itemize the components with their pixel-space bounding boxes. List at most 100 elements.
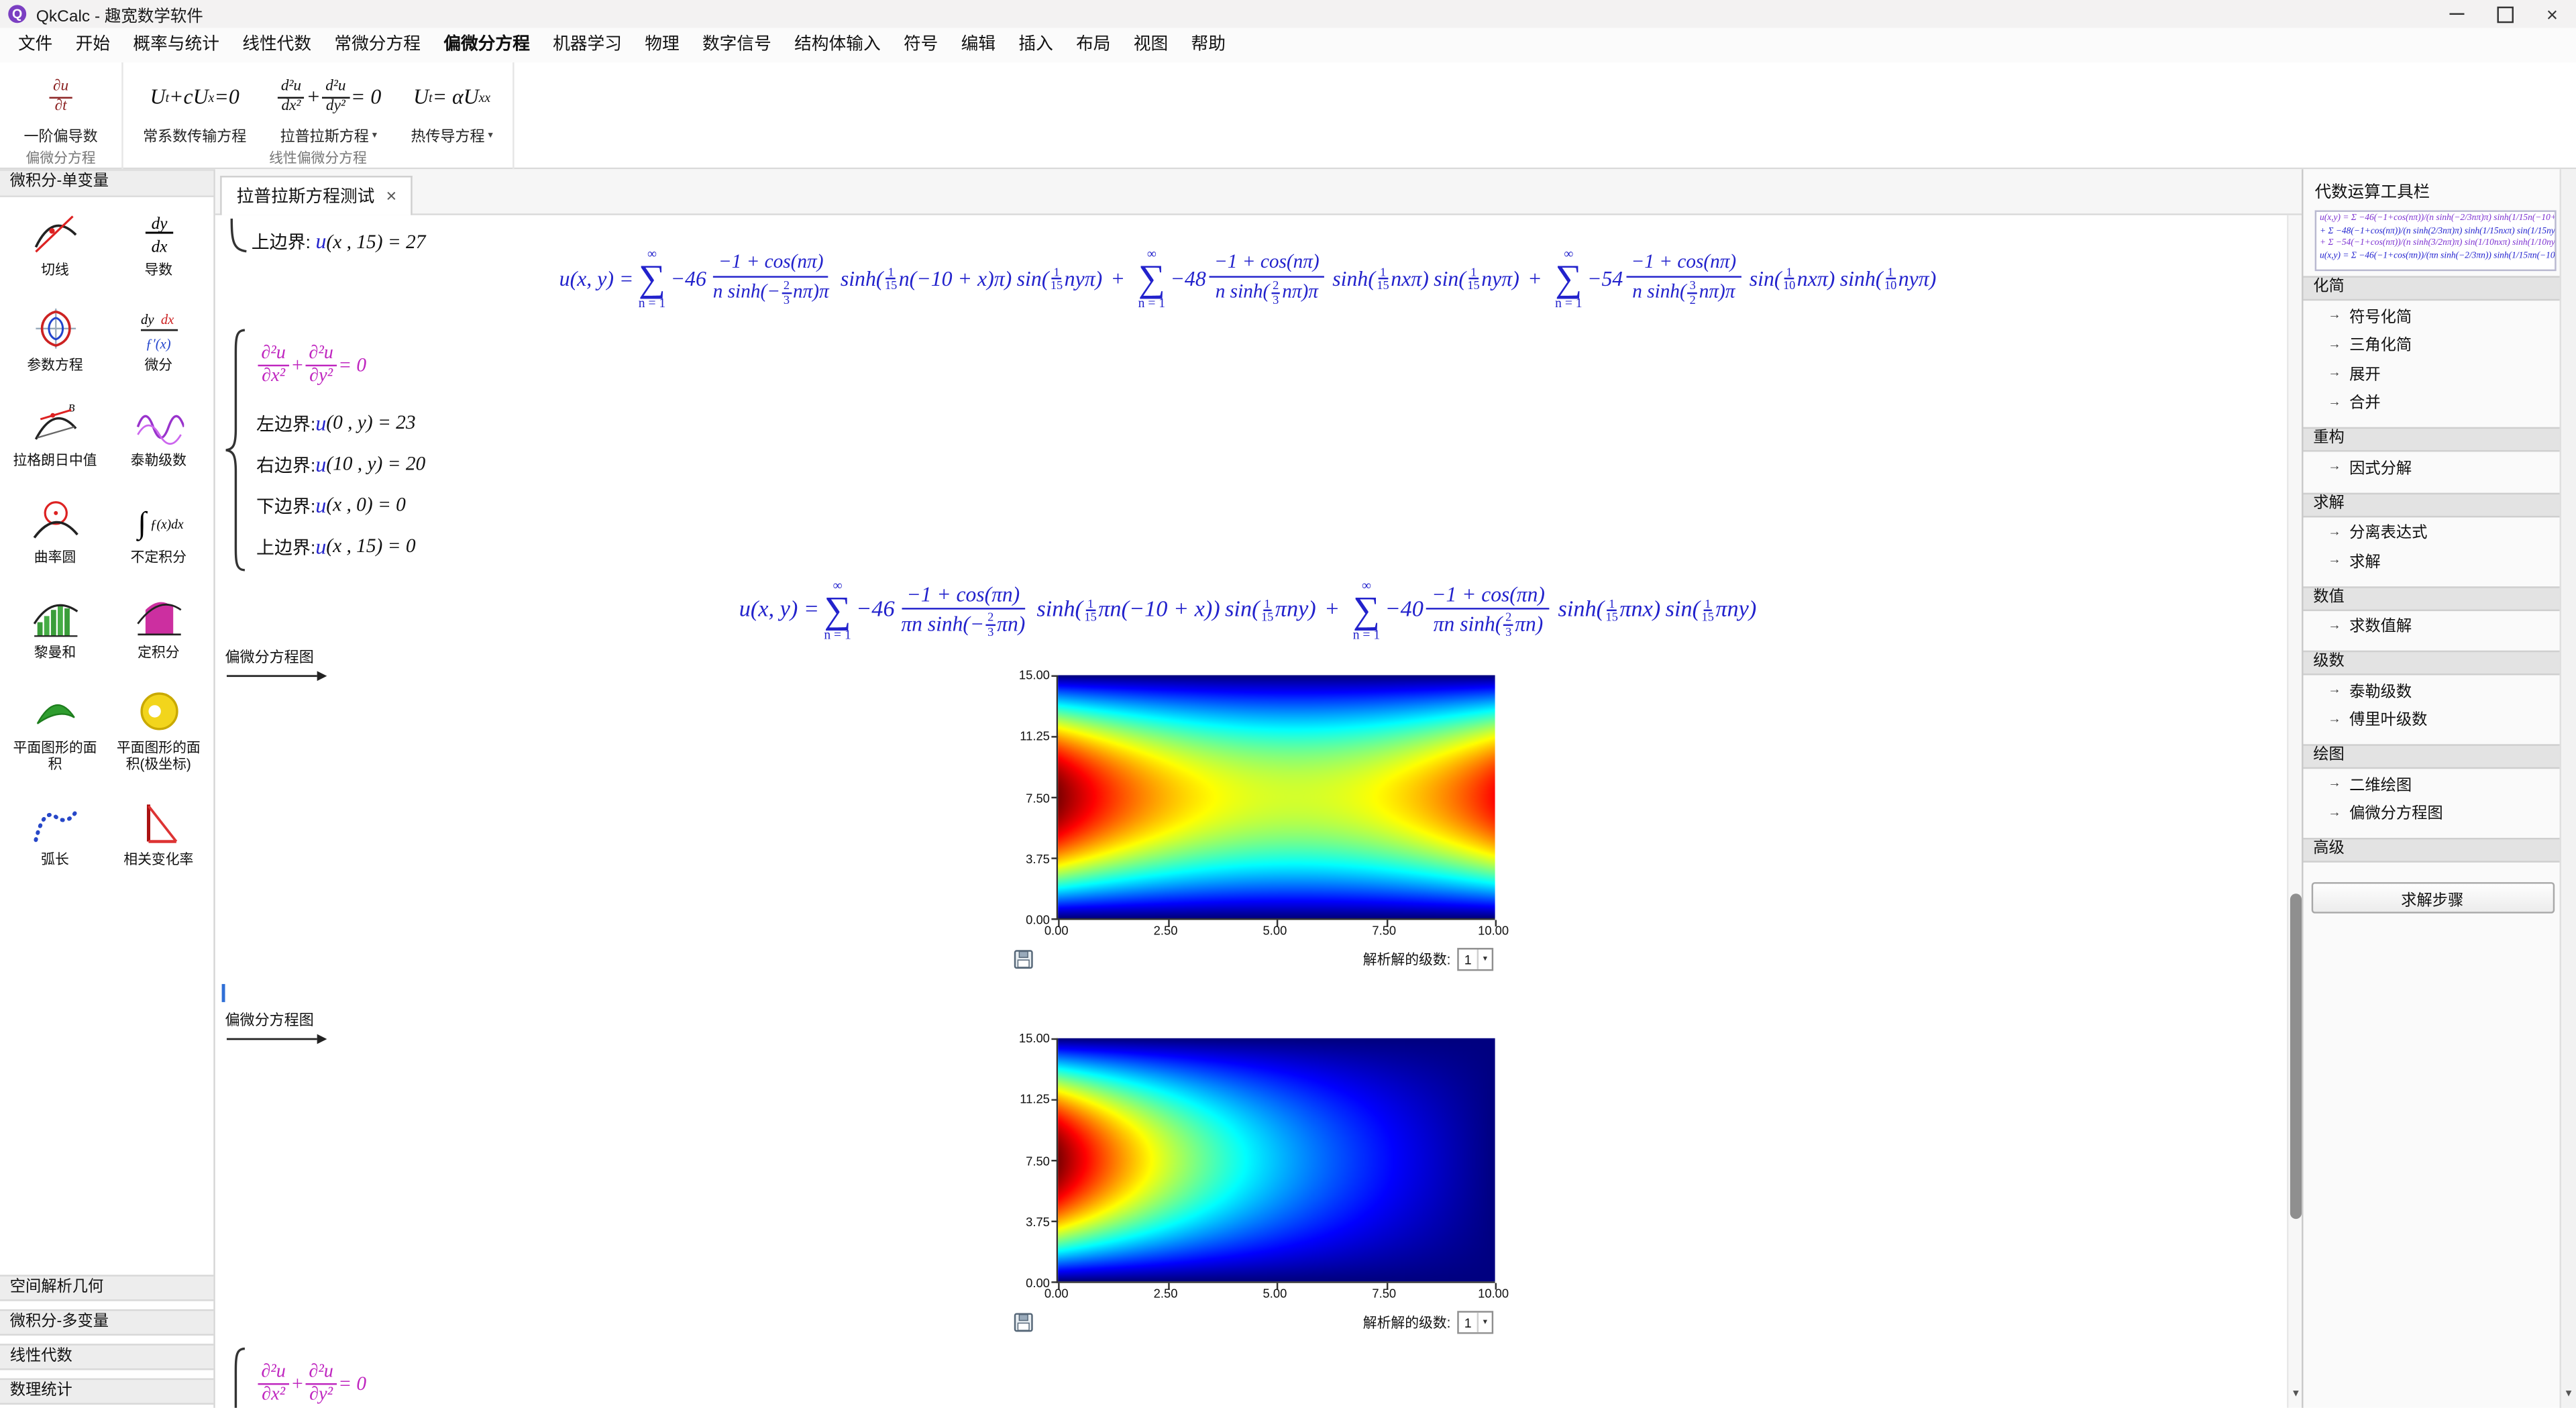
document-canvas: 上边界: u(x , 15) = 27 u (x, y) = ∞ ∑ n = 1 −46… xyxy=(215,215,2304,1408)
series-level-dropdown[interactable]: 1 ▾ xyxy=(1457,948,1494,971)
tool-related-rates[interactable]: 相关变化率 xyxy=(113,799,205,868)
panel-item-0-0[interactable]: → 符号化简 xyxy=(2303,301,2561,329)
tool-plane-area[interactable]: 平面图形的面积 xyxy=(9,687,101,773)
chevron-down-icon: ▼ xyxy=(2291,1389,2301,1400)
menu-item-7[interactable]: 物理 xyxy=(633,28,691,62)
panel-item-4-1[interactable]: → 傅里叶级数 xyxy=(2303,704,2561,733)
panel-item-label: 二维绘图 xyxy=(2349,776,2412,795)
small-fraction: 1 10 xyxy=(1782,264,1796,293)
heat-equation-button-label: 热传导方程 ▾ xyxy=(411,128,493,145)
panel-section-header-3[interactable]: 数值 xyxy=(2303,586,2561,610)
sidebar-section-2[interactable]: 线性代数 xyxy=(0,1344,214,1370)
panel-section-header-4[interactable]: 级数 xyxy=(2303,650,2561,675)
menu-item-15[interactable]: 帮助 xyxy=(1179,28,1237,62)
panel-section-header-1[interactable]: 重构 xyxy=(2303,427,2561,452)
x-tick-label: 0.00 xyxy=(1044,923,1069,938)
sidebar-header-calculus-single-variable[interactable]: 微积分-单变量 xyxy=(0,169,214,197)
panel-item-5-1[interactable]: → 偏微分方程图 xyxy=(2303,798,2561,826)
menu-item-6[interactable]: 机器学习 xyxy=(541,28,633,62)
series-level-control: 解析解的级数: 1 ▾ xyxy=(1363,1311,1494,1334)
pde-equation: ∂²u ∂x² + ∂²u ∂y² = 0 xyxy=(256,327,425,402)
svg-text:ƒ(x)dx: ƒ(x)dx xyxy=(150,517,183,531)
tool-polar-area[interactable]: 平面图形的面积(极坐标) xyxy=(113,687,205,773)
close-button[interactable]: × xyxy=(2528,0,2576,28)
y-axis-labels: 15.00 11.25 7.50 3.75 0.00 xyxy=(1014,668,1057,928)
tool-differential[interactable]: dy dx ƒ′(x) 微分 xyxy=(113,305,205,374)
factor: sin(1 15 πny) xyxy=(1225,595,1316,625)
panel-item-5-0[interactable]: → 二维绘图 xyxy=(2303,769,2561,798)
maximize-button[interactable] xyxy=(2481,0,2528,28)
menu-item-8[interactable]: 数字信号 xyxy=(691,28,783,62)
tab-close-icon[interactable]: × xyxy=(386,186,397,206)
panel-scroll-down-button[interactable]: ▼ xyxy=(2561,1385,2576,1405)
panel-section-header-2[interactable]: 求解 xyxy=(2303,492,2561,517)
boundary-condition-row-0: 左边界: u (0 , y) = 23 xyxy=(256,402,425,443)
menu-item-1[interactable]: 开始 xyxy=(64,28,122,62)
panel-item-1-0[interactable]: → 因式分解 xyxy=(2303,451,2561,480)
panel-item-2-0[interactable]: → 分离表达式 xyxy=(2303,517,2561,545)
tab-laplace-test[interactable]: 拉普拉斯方程测试 × xyxy=(220,176,413,215)
title-bar: Q QkCalc - 趣宽数学软件 × xyxy=(0,0,2576,28)
panel-item-0-3[interactable]: → 合并 xyxy=(2303,387,2561,416)
menu-item-4[interactable]: 常微分方程 xyxy=(323,28,432,62)
transport-equation-button[interactable]: Ut +cU x =0 常系数传输方程 xyxy=(136,67,253,149)
panel-section-header-5[interactable]: 绘图 xyxy=(2303,744,2561,769)
menu-item-2[interactable]: 概率与统计 xyxy=(121,28,231,62)
panel-item-label: 合并 xyxy=(2349,394,2381,413)
main-scrollbar[interactable]: ▼ xyxy=(2287,215,2304,1408)
panel-section-header-6[interactable]: 高级 xyxy=(2303,837,2561,863)
variable-u: u xyxy=(739,598,751,622)
menu-item-0[interactable]: 文件 xyxy=(7,28,64,62)
tool-taylor-series[interactable]: 泰勒级数 xyxy=(113,400,205,469)
tool-parametric[interactable]: 参数方程 xyxy=(9,305,101,374)
formula-preview-box[interactable]: u(x,y) = Σ −46(−1+cos(nπ))/(n sinh(−2/3n… xyxy=(2314,210,2557,272)
heat-equation-button[interactable]: Ut = αU xx 热传导方程 ▾ xyxy=(405,67,500,149)
tool-definite-integral[interactable]: 定积分 xyxy=(113,591,205,660)
save-icon[interactable] xyxy=(1014,1313,1033,1332)
first-order-partial-button[interactable]: ∂u ∂t 一阶偏导数 xyxy=(13,67,109,149)
panel-item-2-1[interactable]: → 求解 xyxy=(2303,545,2561,574)
save-icon[interactable] xyxy=(1014,950,1033,969)
tool-label-0: 切线 xyxy=(41,261,69,278)
menu-item-9[interactable]: 结构体输入 xyxy=(783,28,892,62)
menu-item-13[interactable]: 布局 xyxy=(1065,28,1122,62)
factor: sinh(1 15 nxπ) xyxy=(1332,264,1429,293)
small-fraction: 23 xyxy=(985,611,996,639)
boundary-label: 右边界: xyxy=(256,455,316,476)
tool-riemann-sum[interactable]: 黎曼和 xyxy=(9,591,101,660)
menu-item-10[interactable]: 符号 xyxy=(892,28,950,62)
y-tick-label: 15.00 xyxy=(1018,1030,1050,1046)
sidebar-section-3[interactable]: 数理统计 xyxy=(0,1378,214,1405)
panel-item-4-0[interactable]: → 泰勒级数 xyxy=(2303,675,2561,704)
tool-lagrange-mean[interactable]: B 拉格朗日中值 xyxy=(9,400,101,469)
tool-derivative[interactable]: dy dx 导数 xyxy=(113,209,205,278)
panel-scrollbar[interactable]: ▼ xyxy=(2559,169,2576,1408)
solve-steps-button[interactable]: 求解步骤 xyxy=(2310,882,2554,914)
menu-item-12[interactable]: 插入 xyxy=(1007,28,1065,62)
menu-item-3[interactable]: 线性代数 xyxy=(231,28,323,62)
panel-section-header-0[interactable]: 化简 xyxy=(2303,276,2561,301)
series-level-dropdown[interactable]: 1 ▾ xyxy=(1457,1311,1494,1334)
menu-item-5[interactable]: 偏微分方程 xyxy=(432,28,541,62)
sidebar-section-0[interactable]: 空间解析几何 xyxy=(0,1275,214,1301)
panel-item-label: 分离表达式 xyxy=(2349,524,2428,543)
sidebar-section-1[interactable]: 微积分-多变量 xyxy=(0,1309,214,1336)
tool-label-8: 黎曼和 xyxy=(34,643,76,660)
menu-item-11[interactable]: 编辑 xyxy=(950,28,1008,62)
menu-item-14[interactable]: 视图 xyxy=(1122,28,1180,62)
panel-item-0-2[interactable]: → 展开 xyxy=(2303,358,2561,387)
minimize-button[interactable] xyxy=(2433,0,2481,28)
tool-indefinite-integral[interactable]: ∫ ƒ(x)dx 不定积分 xyxy=(113,496,205,565)
svg-text:B: B xyxy=(67,403,74,415)
tool-label-10: 平面图形的面积 xyxy=(13,739,97,773)
panel-item-0-1[interactable]: → 三角化简 xyxy=(2303,329,2561,358)
x-tick-label: 2.50 xyxy=(1153,1286,1178,1301)
main-scrollbar-thumb[interactable] xyxy=(2290,893,2302,1220)
tool-curvature-circle[interactable]: 曲率圆 xyxy=(9,496,101,565)
tool-arc-length[interactable]: 弧长 xyxy=(9,799,101,868)
laplace-equation-button-formula: d²u dx² + d²u dy² = 0 xyxy=(276,70,381,123)
menu-bar: 文件 开始 概率与统计 线性代数 常微分方程 偏微分方程 机器学习 物理 数字信号 结构体输入 符号… xyxy=(0,28,2576,63)
panel-item-3-0[interactable]: → 求数值解 xyxy=(2303,610,2561,639)
tool-tangent[interactable]: 切线 xyxy=(9,209,101,278)
laplace-equation-button[interactable]: d²u dx² + d²u dy² = 0 拉普拉斯方程 ▾ xyxy=(270,67,388,149)
